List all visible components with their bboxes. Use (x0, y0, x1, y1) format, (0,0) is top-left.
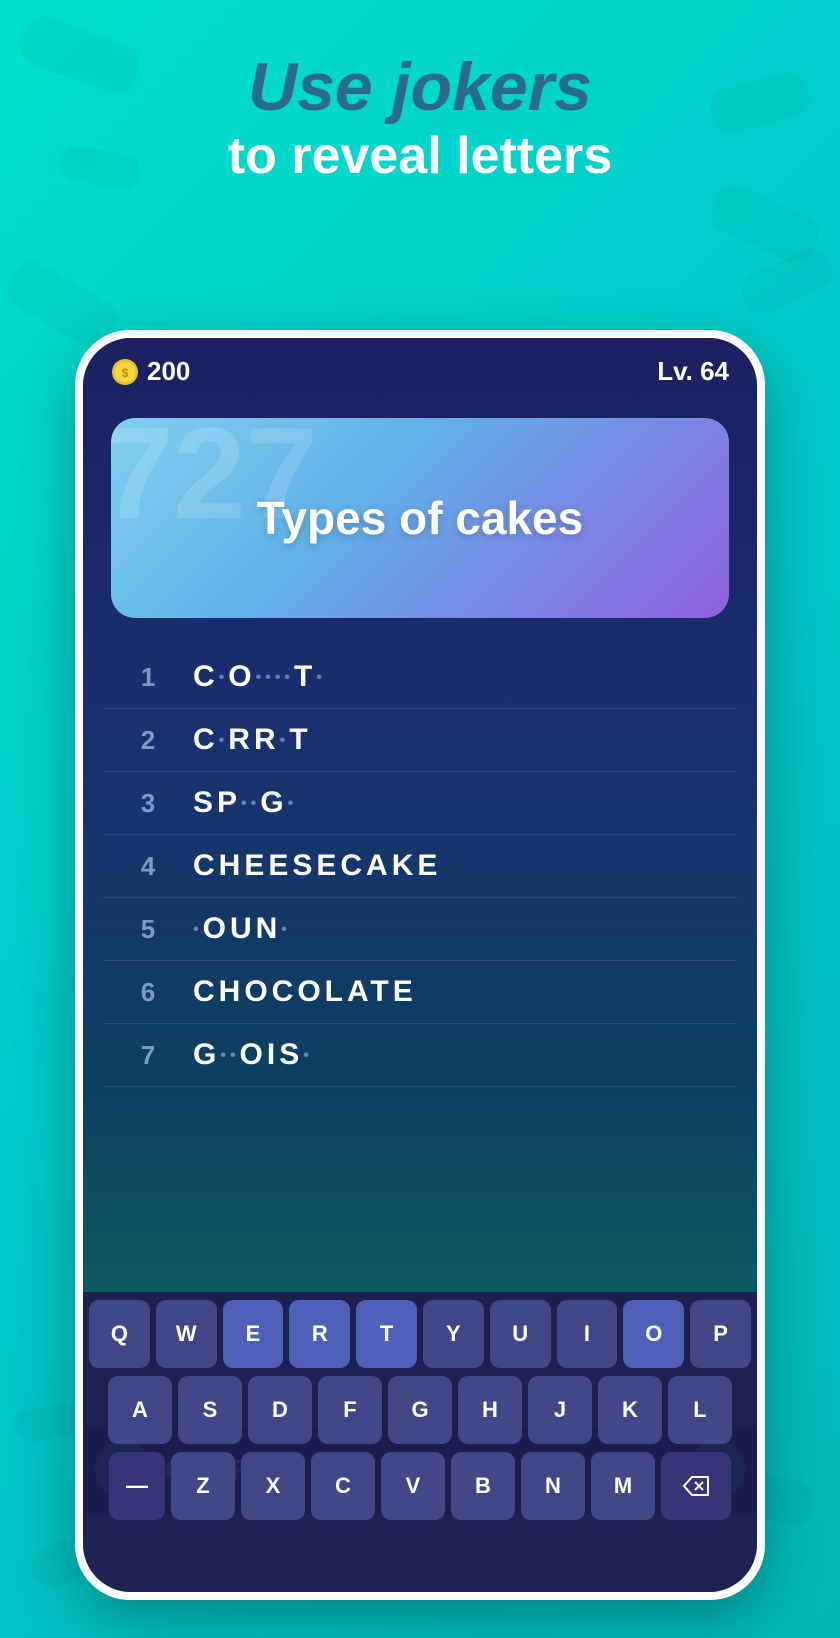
word-text: G••OIS• (193, 1038, 313, 1072)
word-text: CHOCOLATE (193, 975, 417, 1009)
key-b[interactable]: B (451, 1452, 515, 1520)
coins-value: 200 (147, 356, 190, 387)
key-v[interactable]: V (381, 1452, 445, 1520)
coins-display: $ 200 (111, 356, 190, 387)
header: Use jokers to reveal letters (0, 50, 840, 187)
table-row: 2 C•RR•T (103, 709, 737, 772)
keyboard: Q W E R T Y U I O P A S D F G H J K (83, 1292, 757, 1592)
table-row: 6 CHOCOLATE (103, 961, 737, 1024)
word-text: CHEESECAKE (193, 849, 441, 883)
key-m[interactable]: M (591, 1452, 655, 1520)
phone-frame: $ 200 Lv. 64 727 Types of cakes 1 C•O•••… (75, 330, 765, 1600)
word-number: 3 (123, 788, 173, 819)
key-h[interactable]: H (458, 1376, 522, 1444)
category-title: Types of cakes (257, 491, 583, 545)
word-text: SP••G• (193, 786, 297, 820)
word-number: 4 (123, 851, 173, 882)
table-row: 1 C•O••••T• (103, 646, 737, 709)
word-number: 7 (123, 1040, 173, 1071)
key-x[interactable]: X (241, 1452, 305, 1520)
key-c[interactable]: C (311, 1452, 375, 1520)
backspace-icon (682, 1475, 710, 1497)
key-o[interactable]: O (623, 1300, 684, 1368)
coin-icon: $ (111, 358, 139, 386)
key-r[interactable]: R (289, 1300, 350, 1368)
key-z[interactable]: Z (171, 1452, 235, 1520)
table-row: 5 •OUN• (103, 898, 737, 961)
key-e[interactable]: E (223, 1300, 284, 1368)
keyboard-row-2: A S D F G H J K L (89, 1376, 751, 1444)
key-s[interactable]: S (178, 1376, 242, 1444)
key-q[interactable]: Q (89, 1300, 150, 1368)
word-text: C•RR•T (193, 723, 312, 757)
table-row: 4 CHEESECAKE (103, 835, 737, 898)
key-backspace[interactable] (661, 1452, 731, 1520)
level-display: Lv. 64 (657, 356, 729, 387)
key-p[interactable]: P (690, 1300, 751, 1368)
key-k[interactable]: K (598, 1376, 662, 1444)
table-row: 3 SP••G• (103, 772, 737, 835)
key-a[interactable]: A (108, 1376, 172, 1444)
key-dash[interactable]: — (109, 1452, 165, 1520)
header-line2: to reveal letters (0, 125, 840, 187)
word-number: 6 (123, 977, 173, 1008)
svg-text:$: $ (122, 366, 129, 380)
word-number: 1 (123, 662, 173, 693)
keyboard-row-1: Q W E R T Y U I O P (89, 1300, 751, 1368)
phone-screen: $ 200 Lv. 64 727 Types of cakes 1 C•O•••… (83, 338, 757, 1592)
key-n[interactable]: N (521, 1452, 585, 1520)
category-card: 727 Types of cakes (111, 418, 729, 618)
key-g[interactable]: G (388, 1376, 452, 1444)
word-number: 5 (123, 914, 173, 945)
key-j[interactable]: J (528, 1376, 592, 1444)
key-d[interactable]: D (248, 1376, 312, 1444)
word-text: C•O••••T• (193, 660, 326, 694)
key-w[interactable]: W (156, 1300, 217, 1368)
key-y[interactable]: Y (423, 1300, 484, 1368)
key-f[interactable]: F (318, 1376, 382, 1444)
word-number: 2 (123, 725, 173, 756)
header-line1: Use jokers (0, 50, 840, 125)
key-l[interactable]: L (668, 1376, 732, 1444)
key-t[interactable]: T (356, 1300, 417, 1368)
status-bar: $ 200 Lv. 64 (83, 356, 757, 387)
key-i[interactable]: I (557, 1300, 618, 1368)
word-text: •OUN• (193, 912, 291, 946)
key-u[interactable]: U (490, 1300, 551, 1368)
table-row: 7 G••OIS• (103, 1024, 737, 1087)
keyboard-row-3: — Z X C V B N M (89, 1452, 751, 1520)
